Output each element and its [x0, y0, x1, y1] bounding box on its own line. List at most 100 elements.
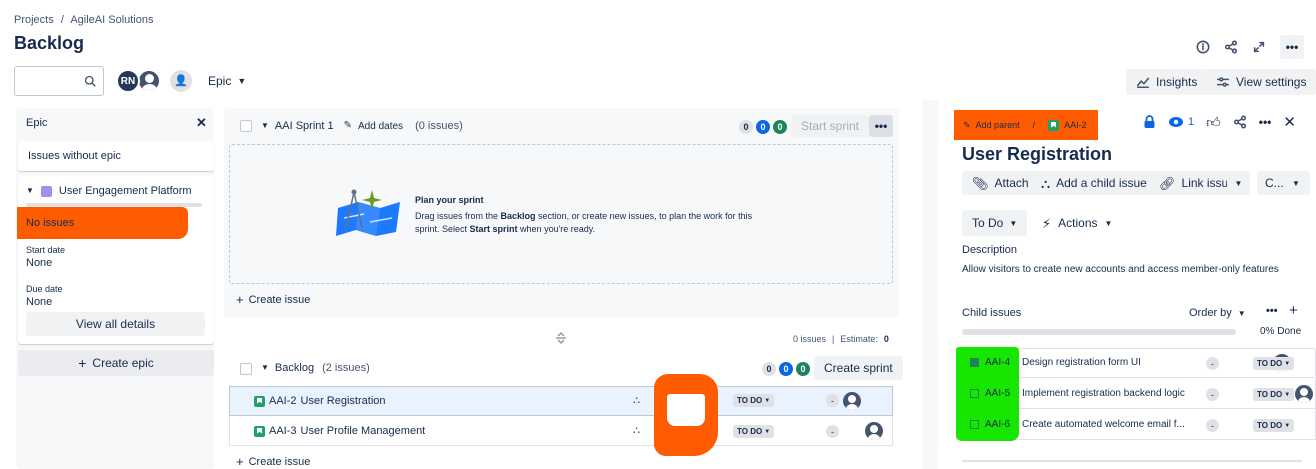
start-sprint-button[interactable]: Start sprint [791, 115, 870, 137]
search-input[interactable] [14, 66, 104, 96]
description-text[interactable]: Allow visitors to create new accounts an… [962, 264, 1279, 275]
sprint-more-button[interactable]: ••• [869, 115, 893, 137]
add-person-icon: 👤 [174, 74, 188, 87]
footer-separator: | [832, 334, 835, 344]
insights-label: Insights [1156, 75, 1198, 89]
view-all-details-button[interactable]: View all details [26, 312, 205, 336]
actions-dropdown[interactable]: ⚡︎ Actions ▼ [1042, 216, 1112, 230]
assignee-avatar[interactable] [843, 392, 861, 410]
sprint-header[interactable]: ▼ AAI Sprint 1 ✎ Add dates (0 issues) [261, 120, 463, 132]
view-settings-button[interactable]: View settings [1206, 69, 1316, 95]
add-parent-link[interactable]: Add parent [976, 120, 1020, 130]
estimate-badge[interactable]: - [826, 425, 839, 438]
estimate-badge[interactable]: - [826, 394, 839, 407]
share-icon[interactable] [1224, 40, 1238, 54]
epic-header[interactable]: ▼ User Engagement Platform [26, 185, 192, 197]
add-child-issue-button[interactable]: ⛬ Add a child issue [1031, 171, 1157, 195]
backlog-status-counters: 0 0 0 [762, 362, 810, 376]
create-sprint-label: Create sprint [824, 361, 893, 375]
avatar-rn[interactable]: RN [116, 69, 140, 93]
drag-resize-icon[interactable] [555, 332, 567, 344]
close-icon[interactable]: ✕ [1283, 113, 1296, 131]
todo-count-badge: 0 [762, 362, 776, 376]
section-divider [962, 460, 1302, 462]
more-icon[interactable]: ••• [1259, 115, 1272, 129]
sprint-select-checkbox[interactable] [240, 120, 252, 132]
child-estimate-badge[interactable]: - [1206, 388, 1219, 401]
footer-estimate-value: 0 [883, 334, 889, 344]
chevron-down-icon: ▼ [237, 75, 247, 86]
chevron-down-icon: ▼ [764, 428, 771, 435]
backlog-select-checkbox[interactable] [240, 363, 252, 375]
page-title: Backlog [14, 33, 85, 53]
detail-title[interactable]: User Registration [962, 144, 1112, 165]
chevron-down-icon: ▼ [261, 121, 269, 130]
status-dropdown[interactable]: TO DO ▼ [733, 425, 775, 438]
view-settings-label: View settings [1236, 75, 1307, 89]
child-issue-key-group[interactable]: AAI-5 [970, 388, 1010, 399]
add-child-plus-icon[interactable]: + [1289, 302, 1298, 319]
detail-header-actions: 1 👍︎ ••• ✕ [1143, 113, 1296, 131]
child-status-dropdown[interactable]: TO DO ▼ [1253, 357, 1295, 370]
child-status-dropdown[interactable]: TO DO ▼ [1253, 419, 1295, 432]
backlog-row-issue[interactable]: AAI-2 User Registration [254, 395, 386, 407]
start-date-label: Start date [26, 245, 66, 255]
backlog-create-issue-button[interactable]: + Create issue [236, 455, 310, 468]
epic-filter-dropdown[interactable]: Epic ▼ [208, 74, 246, 88]
sliders-icon [1216, 77, 1230, 87]
share-icon[interactable] [1233, 115, 1247, 129]
lock-icon[interactable] [1143, 115, 1156, 129]
child-issues-icon[interactable]: ⛬ [633, 396, 640, 406]
chevron-down-icon: ▼ [1292, 178, 1300, 188]
order-by-label: Order by [1189, 307, 1232, 319]
child-issues-icon[interactable]: ⛬ [633, 426, 640, 436]
child-more-icon[interactable]: ••• [1266, 305, 1278, 317]
breadcrumb-project[interactable]: AgileAI Solutions [70, 14, 153, 26]
child-issue-key[interactable]: AAI-4 [985, 357, 1010, 368]
detail-issue-key[interactable]: AAI-2 [1064, 120, 1087, 130]
link-issue-dropdown[interactable]: ▼ [1227, 171, 1250, 195]
child-status-dropdown[interactable]: TO DO ▼ [1253, 388, 1295, 401]
insights-button[interactable]: Insights [1126, 69, 1208, 95]
child-estimate-badge[interactable]: - [1206, 419, 1219, 432]
child-issue-key-group[interactable]: AAI-6 [970, 419, 1010, 430]
chevron-down-icon: ▼ [261, 363, 269, 372]
backlog-header[interactable]: ▼ Backlog (2 issues) [261, 362, 370, 374]
order-by-dropdown[interactable]: Order by ▼ [1189, 307, 1246, 319]
add-dates-link[interactable]: Add dates [358, 121, 403, 132]
issue-key[interactable]: AAI-3 [269, 425, 297, 437]
status-transition-dropdown[interactable]: To Do ▼ [962, 210, 1028, 236]
sprint-footer-summary: 0 issues | Estimate: 0 [793, 334, 889, 344]
more-apps-label: C... [1265, 176, 1284, 190]
create-sprint-button[interactable]: Create sprint [814, 356, 903, 380]
child-issue-key-group[interactable]: AAI-4 [970, 357, 1010, 368]
child-issue-summary[interactable]: Create automated welcome email f... [1022, 419, 1185, 430]
sprint-create-issue-button[interactable]: + Create issue [236, 293, 310, 306]
status-dropdown[interactable]: TO DO ▼ [733, 394, 775, 407]
issues-without-epic[interactable]: Issues without epic [18, 141, 214, 171]
child-issue-summary[interactable]: Implement registration backend logic [1022, 388, 1185, 399]
child-issue-summary[interactable]: Design registration form UI [1022, 357, 1141, 368]
watch-button[interactable]: 1 [1168, 116, 1194, 128]
info-icon[interactable] [1196, 40, 1210, 54]
backlog-issue-count: (2 issues) [322, 362, 370, 374]
breadcrumb-projects[interactable]: Projects [14, 14, 54, 26]
thumbs-up-icon[interactable]: 👍︎ [1206, 115, 1221, 129]
start-date-value: None [26, 257, 53, 269]
child-estimate-badge[interactable]: - [1206, 357, 1219, 370]
overflow-dropdown[interactable]: ▼ [1284, 171, 1308, 195]
child-issue-key[interactable]: AAI-5 [985, 388, 1010, 399]
create-epic-button[interactable]: + Create epic [18, 350, 214, 376]
panel-divider[interactable] [922, 100, 938, 469]
add-people-button[interactable]: 👤 [170, 70, 192, 92]
avatar-user[interactable] [137, 69, 161, 93]
no-issues-label: No issues [26, 217, 75, 229]
attach-button[interactable]: 📎︎ Attach [962, 171, 1039, 195]
child-issue-key[interactable]: AAI-6 [985, 419, 1010, 430]
create-issue-label: Create issue [248, 293, 311, 306]
more-actions-button[interactable]: ••• [1280, 35, 1304, 59]
issue-key[interactable]: AAI-2 [269, 395, 297, 407]
expand-icon[interactable] [1252, 40, 1266, 54]
close-epic-panel-icon[interactable]: ✕ [196, 115, 207, 131]
backlog-row-issue[interactable]: AAI-3 User Profile Management [254, 425, 425, 437]
